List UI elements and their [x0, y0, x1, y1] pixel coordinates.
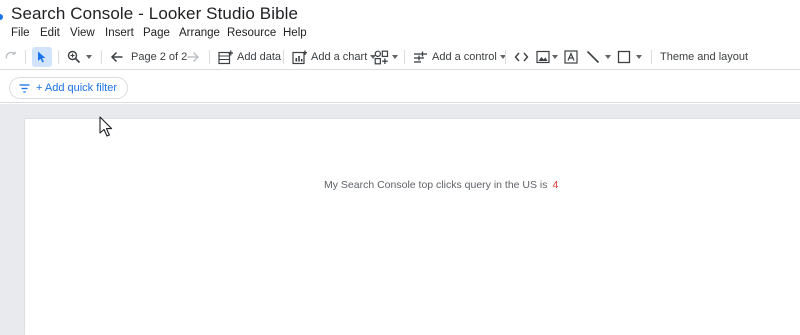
add-data-button[interactable]: Add data [218, 47, 281, 67]
toolbar-divider [25, 50, 26, 64]
zoom-button[interactable] [67, 47, 92, 67]
scorecard-label: My Search Console top clicks query in th… [324, 179, 548, 191]
next-page-button[interactable] [186, 47, 200, 67]
shape-rectangle-icon [617, 50, 631, 64]
community-viz-icon [374, 50, 389, 64]
zoom-icon [67, 50, 81, 64]
document-title[interactable]: Search Console - Looker Studio Bible [11, 4, 298, 24]
scorecard-value: 4 [552, 179, 559, 191]
app-logo-icon[interactable] [0, 14, 3, 20]
add-quick-filter-label: + Add quick filter [36, 82, 118, 94]
filter-bar: + Add quick filter [0, 71, 800, 103]
add-control-label: Add a control [432, 51, 497, 63]
add-chart-icon [292, 50, 307, 64]
toolbar-divider [58, 50, 59, 64]
toolbar-divider [209, 50, 210, 64]
menu-insert[interactable]: Insert [105, 27, 134, 39]
menu-view[interactable]: View [70, 27, 95, 39]
add-chart-button[interactable]: Add a chart [292, 47, 377, 67]
report-workspace: My Search Console top clicks query in th… [0, 104, 800, 335]
chevron-down-icon [605, 55, 611, 59]
menu-edit[interactable]: Edit [40, 27, 60, 39]
filter-icon [19, 83, 30, 93]
back-arrow-icon [110, 51, 123, 63]
add-data-icon [218, 50, 233, 64]
add-control-button[interactable]: Add a control [413, 47, 506, 67]
menu-arrange[interactable]: Arrange [179, 27, 220, 39]
line-button[interactable] [586, 47, 611, 67]
image-button[interactable] [536, 47, 558, 67]
embed-url-button[interactable] [514, 47, 529, 67]
forward-arrow-icon [187, 51, 200, 63]
redo-icon [5, 51, 16, 59]
toolbar-divider [651, 50, 652, 64]
toolbar-divider [101, 50, 102, 64]
shape-button[interactable] [617, 47, 642, 67]
menu-file[interactable]: File [11, 27, 30, 39]
chevron-down-icon [392, 55, 398, 59]
toolbar: Page 2 of 2 Add data Add a chart Add a c… [0, 44, 800, 70]
menu-resource[interactable]: Resource [227, 27, 276, 39]
report-canvas[interactable]: My Search Console top clicks query in th… [25, 119, 800, 335]
redo-button[interactable] [4, 47, 18, 67]
mouse-pointer-icon [99, 116, 113, 137]
add-chart-label: Add a chart [311, 51, 368, 63]
title-bar: Search Console - Looker Studio Bible [0, 0, 800, 26]
menu-bar: File Edit View Insert Page Arrange Resou… [0, 26, 800, 42]
chevron-down-icon [636, 55, 642, 59]
toolbar-divider [505, 50, 506, 64]
community-visualizations-button[interactable] [374, 47, 398, 67]
theme-and-layout-button[interactable]: Theme and layout [660, 47, 748, 67]
previous-page-button[interactable] [110, 47, 124, 67]
menu-help[interactable]: Help [283, 27, 307, 39]
toolbar-divider [404, 50, 405, 64]
embed-code-icon [514, 52, 529, 62]
add-data-label: Add data [237, 51, 282, 63]
menu-page[interactable]: Page [143, 27, 170, 39]
page-indicator: Page 2 of 2 [131, 51, 188, 63]
scorecard-text[interactable]: My Search Console top clicks query in th… [324, 179, 558, 191]
add-quick-filter-button[interactable]: + Add quick filter [9, 77, 129, 99]
chevron-down-icon [552, 55, 558, 59]
chevron-down-icon [86, 55, 92, 59]
text-box-button[interactable] [564, 47, 578, 67]
image-icon [536, 50, 550, 64]
add-control-icon [414, 51, 427, 63]
select-tool-button[interactable] [32, 47, 52, 67]
line-icon [586, 50, 600, 64]
toolbar-divider [283, 50, 284, 64]
select-pointer-icon [38, 51, 46, 63]
text-box-icon [564, 50, 578, 64]
